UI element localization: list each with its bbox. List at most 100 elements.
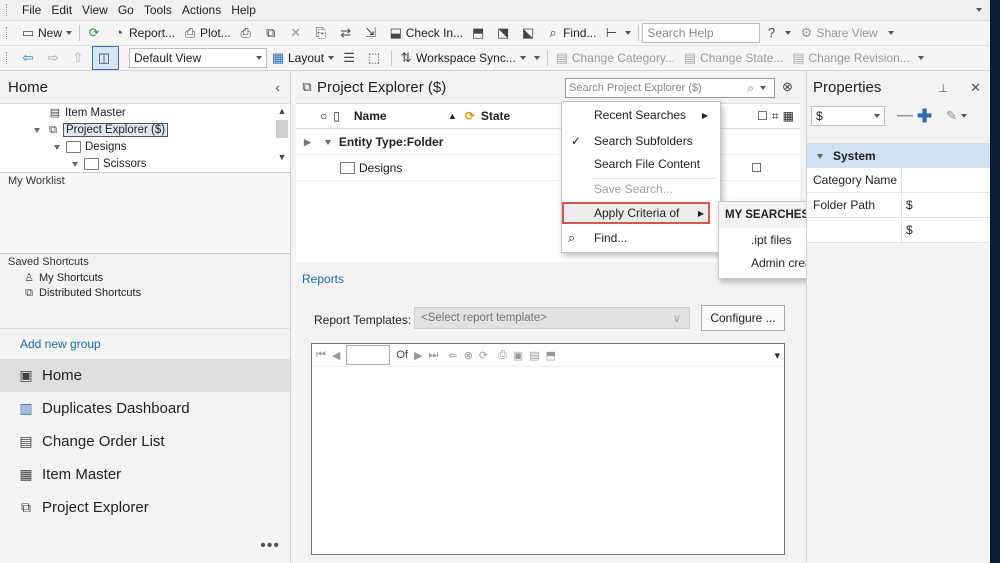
next-page-icon[interactable]: ▶ bbox=[414, 349, 422, 362]
column-header-state[interactable]: State bbox=[481, 109, 510, 123]
menu-item-search-file-content[interactable]: Search File Content bbox=[562, 153, 720, 175]
refresh-button[interactable]: ⟳ bbox=[83, 22, 108, 44]
circle-column-icon[interactable]: ○ bbox=[320, 109, 327, 123]
pin-icon[interactable]: ⊥ bbox=[938, 83, 948, 95]
print-icon[interactable]: ⎙ bbox=[498, 349, 507, 362]
add-icon[interactable]: ✚ bbox=[917, 106, 932, 127]
collapse-pane-icon[interactable]: ‹ bbox=[275, 79, 280, 95]
help-button[interactable]: ? bbox=[760, 22, 795, 44]
create-folder-button[interactable]: ⊢ bbox=[600, 22, 635, 44]
preview-pane-button[interactable]: ⬚ bbox=[363, 47, 388, 69]
nav-duplicates-dashboard[interactable]: ▥ Duplicates Dashboard bbox=[0, 392, 290, 425]
print-preview-button[interactable]: ⧉ bbox=[260, 22, 285, 44]
menu-item-search-subfolders[interactable]: ✓ Search Subfolders bbox=[562, 130, 720, 152]
change-category-button[interactable]: ▤ Change Category... bbox=[551, 47, 679, 69]
menu-tools[interactable]: Tools bbox=[139, 3, 177, 17]
print-button[interactable]: ⎙ bbox=[235, 22, 260, 44]
collapse-arrow-icon[interactable] bbox=[817, 153, 823, 159]
tag-column-icon[interactable]: ⌗ bbox=[772, 109, 779, 124]
layout-icon[interactable]: ▣ bbox=[513, 349, 523, 362]
grid-options-icon[interactable]: ▦ bbox=[783, 109, 794, 123]
back-icon[interactable]: ⇐ bbox=[448, 349, 457, 362]
copy-design-button[interactable]: ⎘ bbox=[310, 22, 335, 44]
new-button[interactable]: ▭ New bbox=[17, 22, 76, 44]
tree-item-designs[interactable]: Designs bbox=[54, 139, 127, 155]
tree-item-item-master[interactable]: ▤ Item Master bbox=[48, 105, 126, 121]
group-row[interactable]: ▶ Entity Type:Folder bbox=[296, 130, 800, 155]
change-revision-button[interactable]: ▤ Change Revision... bbox=[787, 47, 913, 69]
table-row[interactable]: Designs ☐ bbox=[296, 156, 800, 181]
forward-button[interactable]: ⇨ bbox=[42, 47, 67, 69]
list-view-button[interactable]: ☰ bbox=[338, 47, 363, 69]
plot-button[interactable]: ⎙ Plot... bbox=[179, 22, 235, 44]
scroll-down-icon[interactable]: ▼ bbox=[276, 152, 288, 162]
share-view-button[interactable]: ⚙ Share View bbox=[795, 22, 881, 44]
column-header-name[interactable]: Name bbox=[354, 109, 448, 123]
menu-item-find[interactable]: ⌕ Find... bbox=[562, 227, 720, 249]
grip-handle[interactable] bbox=[6, 4, 13, 16]
toggle-pane-button[interactable]: ◫ bbox=[92, 46, 119, 70]
row-checkbox[interactable]: ☐ bbox=[751, 161, 762, 175]
menu-item-recent-searches[interactable]: Recent Searches ▶ bbox=[562, 104, 720, 126]
report-button[interactable]: ◔ Report... bbox=[108, 22, 179, 44]
menubar-overflow-icon[interactable] bbox=[976, 8, 982, 12]
configure-button[interactable]: Configure ... bbox=[701, 305, 785, 331]
back-button[interactable]: ⇦ bbox=[17, 47, 42, 69]
remove-icon[interactable]: — bbox=[897, 107, 913, 125]
more-options-button[interactable]: ••• bbox=[260, 537, 280, 555]
delete-button[interactable]: ✕ bbox=[285, 22, 310, 44]
menu-file[interactable]: File bbox=[17, 3, 46, 17]
tree-scrollbar[interactable]: ▲ ▼ bbox=[276, 106, 288, 168]
edit-icon[interactable]: ✎ bbox=[946, 108, 957, 124]
close-icon[interactable]: ✕ bbox=[970, 80, 981, 95]
layout-button[interactable]: ▦ Layout bbox=[267, 47, 338, 69]
refresh-icon[interactable]: ⟳ bbox=[479, 349, 488, 362]
last-page-icon[interactable]: ⏭ bbox=[428, 349, 438, 362]
chevron-down-icon[interactable] bbox=[760, 86, 766, 90]
find-button[interactable]: ⌕ Find... bbox=[542, 22, 600, 44]
shortcut-distributed-shortcuts[interactable]: ⧉ Distributed Shortcuts bbox=[0, 285, 290, 300]
change-state-button[interactable]: ▤ Change State... bbox=[679, 47, 787, 69]
view-select[interactable]: Default View bbox=[129, 48, 267, 68]
search-help-input[interactable]: Search Help bbox=[642, 23, 761, 43]
clear-filter-icon[interactable]: ⊗ bbox=[782, 79, 793, 95]
page-number-input[interactable] bbox=[346, 345, 391, 365]
tree-item-project-explorer[interactable]: ⧉ Project Explorer ($) bbox=[34, 122, 169, 138]
add-new-group-link[interactable]: Add new group bbox=[0, 328, 290, 359]
property-group-system[interactable]: System bbox=[807, 144, 990, 168]
expand-arrow-icon[interactable] bbox=[72, 161, 78, 167]
chevron-down-icon[interactable] bbox=[887, 31, 894, 35]
nav-item-master[interactable]: ▦ Item Master bbox=[0, 458, 290, 491]
menu-item-save-search[interactable]: Save Search... bbox=[562, 178, 720, 200]
check-in-button[interactable]: ⬓ Check In... bbox=[385, 22, 467, 44]
menu-go[interactable]: Go bbox=[113, 3, 139, 17]
expand-arrow-icon[interactable]: ▶ bbox=[304, 137, 311, 148]
menu-edit[interactable]: Edit bbox=[46, 3, 77, 17]
collapse-arrow-icon[interactable] bbox=[324, 139, 331, 145]
first-page-icon[interactable]: ⏮ bbox=[316, 349, 326, 362]
grip-handle[interactable] bbox=[6, 52, 13, 64]
menu-help[interactable]: Help bbox=[226, 3, 261, 17]
up-folder-button[interactable]: ⇧ bbox=[67, 47, 92, 69]
report-template-select[interactable]: <Select report template> ∨ bbox=[414, 307, 690, 329]
chevron-down-icon[interactable] bbox=[917, 56, 924, 60]
rename-button[interactable]: ⇄ bbox=[335, 22, 360, 44]
expand-arrow-icon[interactable] bbox=[34, 127, 40, 133]
chevron-down-icon[interactable] bbox=[961, 114, 967, 118]
file-column-icon[interactable]: ▯ bbox=[333, 109, 340, 123]
shortcut-my-shortcuts[interactable]: ♙ My Shortcuts bbox=[0, 270, 290, 285]
undo-check-out-button[interactable]: ⬔ bbox=[492, 22, 517, 44]
reports-link[interactable]: Reports bbox=[302, 272, 344, 286]
expand-arrow-icon[interactable] bbox=[54, 144, 60, 150]
property-filter-select[interactable]: $ bbox=[811, 106, 885, 126]
nav-project-explorer[interactable]: ⧉ Project Explorer bbox=[0, 491, 290, 524]
checkbox-column-icon[interactable]: ☐ bbox=[757, 109, 768, 123]
move-button[interactable]: ⇲ bbox=[360, 22, 385, 44]
check-out-button[interactable]: ⬒ bbox=[467, 22, 492, 44]
export-icon[interactable]: ⬒ bbox=[546, 349, 556, 362]
tree-item-scissors[interactable]: Scissors bbox=[72, 156, 146, 172]
viewer-menu-icon[interactable]: ▾ bbox=[774, 349, 780, 362]
workspace-sync-button[interactable]: ⇅ Workspace Sync... bbox=[395, 47, 530, 69]
scroll-thumb[interactable] bbox=[276, 120, 288, 138]
menu-item-apply-criteria-of[interactable]: Apply Criteria of ▶ bbox=[562, 202, 710, 224]
